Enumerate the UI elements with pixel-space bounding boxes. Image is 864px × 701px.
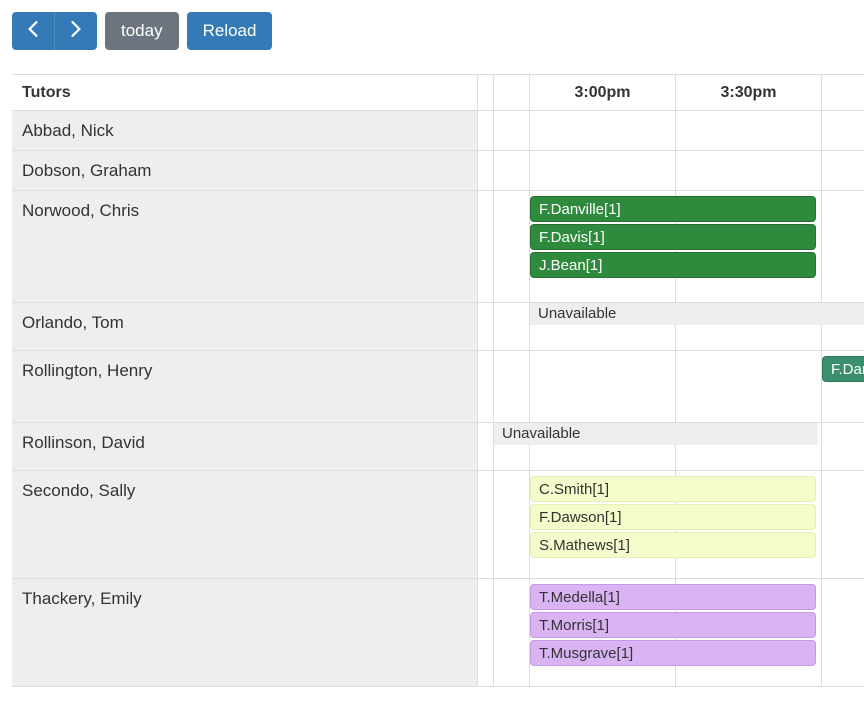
event-label: F.Danville[1] <box>539 201 621 218</box>
divider-cell <box>478 151 493 191</box>
resource-row[interactable]: Orlando, Tom <box>12 303 477 351</box>
divider-cell <box>478 303 493 351</box>
time-slot-initial <box>494 75 530 110</box>
resource-row[interactable]: Abbad, Nick <box>12 111 477 151</box>
events-container: F.Danville[1] <box>494 351 864 387</box>
today-button[interactable]: today <box>105 12 179 50</box>
calendar-event[interactable]: T.Morris[1] <box>530 612 816 638</box>
time-slot-label: 3:30pm <box>720 84 776 102</box>
next-button[interactable] <box>54 12 97 50</box>
tutor-name: Dobson, Graham <box>22 161 151 181</box>
event-label: J.Bean[1] <box>539 257 602 274</box>
time-row[interactable] <box>494 111 864 151</box>
calendar-event[interactable]: S.Mathews[1] <box>530 532 816 558</box>
unavailable-block[interactable]: Unavailable <box>530 303 864 325</box>
time-row[interactable]: Unavailable <box>494 303 864 351</box>
divider-cell <box>478 423 493 471</box>
time-row[interactable]: F.Danville[1] <box>494 351 864 423</box>
event-label: Unavailable <box>502 425 580 442</box>
events-container: Unavailable <box>494 423 864 450</box>
time-row[interactable] <box>494 151 864 191</box>
event-label: T.Medella[1] <box>539 589 620 606</box>
event-label: F.Danville[1] <box>831 361 864 378</box>
tutor-name: Secondo, Sally <box>22 481 135 501</box>
time-slot-header: 3:00pm <box>530 75 676 110</box>
unavailable-block[interactable]: Unavailable <box>494 423 818 445</box>
time-slot-header: 3:30pm <box>676 75 822 110</box>
calendar-event[interactable]: J.Bean[1] <box>530 252 816 278</box>
event-label: T.Musgrave[1] <box>539 645 633 662</box>
calendar-event[interactable]: T.Musgrave[1] <box>530 640 816 666</box>
resource-row[interactable]: Thackery, Emily <box>12 579 477 687</box>
time-column: 3:00pm 3:30pm 4: F.Danville[1] F.Davis[1] J.… <box>494 75 864 687</box>
toolbar: today Reload <box>12 12 852 50</box>
tutor-name: Abbad, Nick <box>22 121 114 141</box>
events-container: F.Danville[1] F.Davis[1] J.Bean[1] <box>494 191 864 283</box>
time-slot-header: 4: <box>822 75 864 110</box>
calendar-event[interactable]: F.Davis[1] <box>530 224 816 250</box>
time-row[interactable]: F.Danville[1] F.Davis[1] J.Bean[1] <box>494 191 864 303</box>
tutor-name: Orlando, Tom <box>22 313 124 333</box>
events-container: T.Medella[1] T.Morris[1] T.Musgrave[1] <box>494 579 864 671</box>
divider-cell <box>478 471 493 579</box>
calendar-event[interactable]: F.Dawson[1] <box>530 504 816 530</box>
calendar-event[interactable]: F.Danville[1] <box>822 356 864 382</box>
divider-cell <box>478 191 493 303</box>
event-label: T.Morris[1] <box>539 617 609 634</box>
events-container: Unavailable <box>494 303 864 330</box>
calendar-event[interactable]: F.Danville[1] <box>530 196 816 222</box>
tutor-name: Rollinson, David <box>22 433 145 453</box>
time-slot-label: 3:00pm <box>574 84 630 102</box>
resource-row[interactable]: Norwood, Chris <box>12 191 477 303</box>
tutor-name: Norwood, Chris <box>22 201 139 221</box>
time-row[interactable]: Unavailable <box>494 423 864 471</box>
resource-row[interactable]: Rollinson, David <box>12 423 477 471</box>
tutor-name: Thackery, Emily <box>22 589 142 609</box>
prev-button[interactable] <box>12 12 54 50</box>
time-row[interactable]: T.Medella[1] T.Morris[1] T.Musgrave[1] <box>494 579 864 687</box>
divider-cell <box>478 579 493 687</box>
events-container: C.Smith[1] F.Dawson[1] S.Mathews[1] <box>494 471 864 563</box>
events-container <box>494 151 864 157</box>
time-header: 3:00pm 3:30pm 4: <box>494 75 864 111</box>
event-label: S.Mathews[1] <box>539 537 630 554</box>
reload-button[interactable]: Reload <box>187 12 273 50</box>
calendar: Tutors Abbad, Nick Dobson, Graham Norwood,… <box>12 74 864 687</box>
divider-column <box>478 75 494 687</box>
chevron-left-icon <box>28 21 38 42</box>
event-label: F.Dawson[1] <box>539 509 622 526</box>
events-container <box>494 111 864 117</box>
resource-header: Tutors <box>12 75 477 111</box>
resource-column: Tutors Abbad, Nick Dobson, Graham Norwood,… <box>12 75 478 687</box>
calendar-event[interactable]: C.Smith[1] <box>530 476 816 502</box>
divider-cell <box>478 111 493 151</box>
event-label: C.Smith[1] <box>539 481 609 498</box>
resource-row[interactable]: Secondo, Sally <box>12 471 477 579</box>
nav-button-group <box>12 12 97 50</box>
resource-row[interactable]: Dobson, Graham <box>12 151 477 191</box>
event-label: Unavailable <box>538 305 616 322</box>
tutor-name: Rollington, Henry <box>22 361 152 381</box>
event-label: F.Davis[1] <box>539 229 605 246</box>
resource-row[interactable]: Rollington, Henry <box>12 351 477 423</box>
calendar-event[interactable]: T.Medella[1] <box>530 584 816 610</box>
time-row[interactable]: C.Smith[1] F.Dawson[1] S.Mathews[1] <box>494 471 864 579</box>
chevron-right-icon <box>71 21 81 42</box>
divider-cell <box>478 351 493 423</box>
